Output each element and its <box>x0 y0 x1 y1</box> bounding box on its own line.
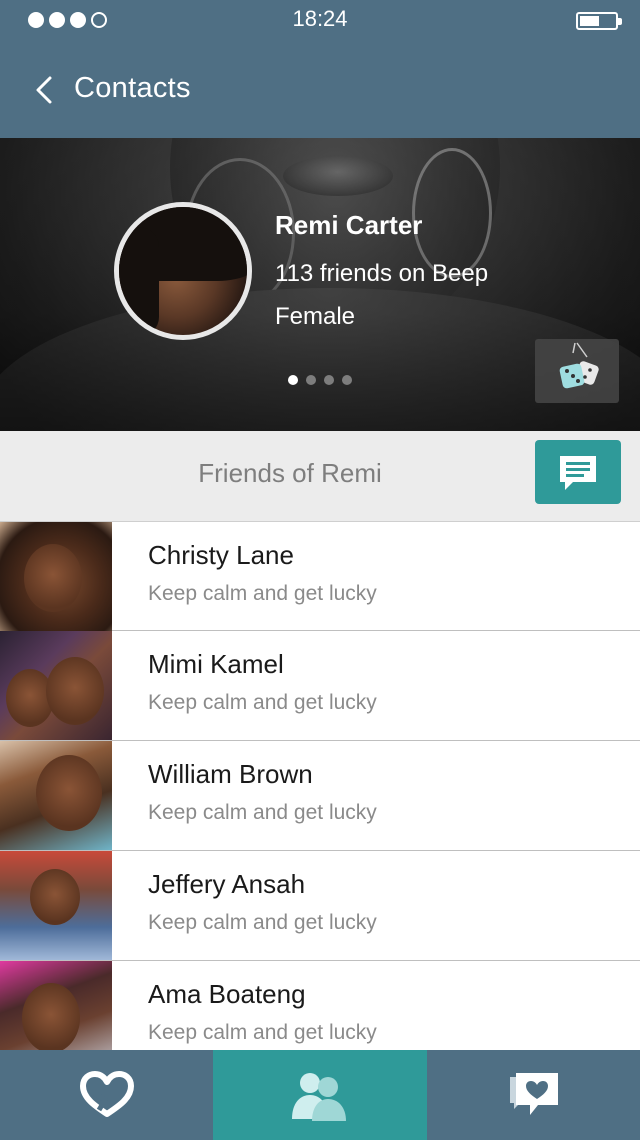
battery-fill <box>580 16 599 26</box>
chevron-left-icon <box>36 76 52 104</box>
list-item[interactable]: Mimi Kamel Keep calm and get lucky <box>0 631 640 741</box>
dice-icon <box>559 342 599 389</box>
friend-status: Keep calm and get lucky <box>148 1021 377 1044</box>
chat-icon <box>560 456 596 490</box>
list-item[interactable]: William Brown Keep calm and get lucky <box>0 741 640 851</box>
friend-list: Christy Lane Keep calm and get lucky Mim… <box>0 521 640 1071</box>
friend-photo <box>0 851 112 960</box>
friend-photo-face <box>30 869 80 925</box>
tab-bar <box>0 1050 640 1140</box>
people-icon <box>292 1073 346 1121</box>
friend-name: Mimi Kamel <box>148 649 284 679</box>
list-item[interactable]: Jeffery Ansah Keep calm and get lucky <box>0 851 640 961</box>
friend-name: Christy Lane <box>148 540 294 570</box>
tab-home[interactable] <box>0 1050 213 1140</box>
friend-photo <box>0 522 112 631</box>
random-button[interactable] <box>535 339 619 403</box>
message-button[interactable] <box>535 440 621 504</box>
list-item[interactable]: Christy Lane Keep calm and get lucky <box>0 521 640 631</box>
heart-logo-icon <box>79 1071 134 1117</box>
avatar-hair <box>119 227 159 335</box>
friend-photo-face <box>36 755 102 831</box>
profile-name: Remi Carter <box>275 210 423 240</box>
carousel-pager <box>288 375 352 385</box>
friend-name: Ama Boateng <box>148 979 306 1009</box>
profile-friends-count: 113 friends on Beep <box>275 260 489 287</box>
battery-icon <box>576 12 622 30</box>
top-bar: 18:24 Contacts <box>0 0 640 138</box>
tab-contacts[interactable] <box>213 1050 427 1140</box>
nav-bar: Contacts <box>0 60 640 120</box>
friend-photo-face <box>24 544 82 612</box>
status-bar: 18:24 <box>0 0 640 40</box>
pager-dot[interactable] <box>342 375 352 385</box>
friend-status: Keep calm and get lucky <box>148 801 377 824</box>
page-title: Contacts <box>74 72 191 104</box>
back-button[interactable] <box>28 70 68 110</box>
friend-status: Keep calm and get lucky <box>148 911 377 934</box>
pager-dot-active[interactable] <box>288 375 298 385</box>
heart-chat-icon <box>509 1073 558 1115</box>
tab-messages[interactable] <box>427 1050 640 1140</box>
friend-status: Keep calm and get lucky <box>148 691 377 714</box>
pager-dot[interactable] <box>324 375 334 385</box>
friend-photo-face <box>46 657 104 725</box>
friend-status: Keep calm and get lucky <box>148 582 377 605</box>
section-title: Friends of Remi <box>198 458 382 488</box>
friend-name: William Brown <box>148 759 313 789</box>
profile-gender: Female <box>275 303 356 330</box>
profile-avatar[interactable] <box>114 202 252 340</box>
status-time: 18:24 <box>292 6 348 31</box>
pager-dot[interactable] <box>306 375 316 385</box>
friend-photo <box>0 631 112 740</box>
friend-photo <box>0 741 112 850</box>
friend-name: Jeffery Ansah <box>148 869 306 899</box>
friend-photo-face <box>22 983 80 1053</box>
